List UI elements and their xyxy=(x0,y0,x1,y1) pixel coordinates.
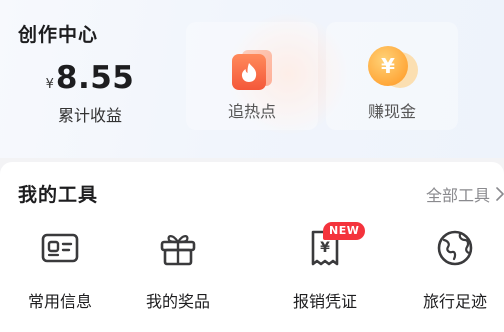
tool-label: 旅行足迹 xyxy=(422,292,487,311)
earnings-value: 8.55 xyxy=(55,60,135,96)
tool-label: 报销凭证 xyxy=(292,292,357,311)
gift-box-icon xyxy=(158,228,198,268)
tool-travel-footprint[interactable]: 旅行足迹 xyxy=(395,228,504,320)
svg-text:¥: ¥ xyxy=(320,240,330,256)
flame-card-icon xyxy=(232,50,272,90)
globe-icon xyxy=(435,228,475,268)
earnings-amount: ¥ 8.55 xyxy=(30,60,150,96)
svg-text:¥: ¥ xyxy=(381,54,395,78)
tool-my-prizes[interactable]: 我的奖品 xyxy=(118,228,238,320)
my-tools-title: 我的工具 xyxy=(18,184,99,206)
tool-label: 我的奖品 xyxy=(145,292,210,311)
cumulative-earnings[interactable]: ¥ 8.55 累计收益 xyxy=(30,60,150,126)
tool-common-info[interactable]: 常用信息 xyxy=(0,228,120,320)
tool-reimbursement-voucher[interactable]: ¥ NEW 报销凭证 xyxy=(265,222,385,320)
earn-cash-button[interactable]: ¥ 赚现金 xyxy=(326,22,458,130)
my-tools-card: 我的工具 全部工具 常用信息 我的奖品 ¥ NEW 报销凭证 旅行足迹 xyxy=(0,162,504,332)
new-badge: NEW xyxy=(323,222,366,240)
earn-cash-label: 赚现金 xyxy=(367,102,416,121)
chevron-right-icon xyxy=(496,187,504,201)
earnings-label: 累计收益 xyxy=(57,106,122,125)
tool-label: 常用信息 xyxy=(27,292,92,311)
all-tools-label: 全部工具 xyxy=(425,186,490,205)
creator-center-title: 创作中心 xyxy=(18,24,99,46)
creator-center-card: 创作中心 ¥ 8.55 累计收益 追热点 ¥ 赚现金 xyxy=(0,0,504,158)
id-card-icon xyxy=(40,228,80,268)
currency-symbol: ¥ xyxy=(45,77,54,92)
trending-topics-label: 追热点 xyxy=(227,102,276,121)
all-tools-link[interactable]: 全部工具 xyxy=(426,182,504,206)
trending-topics-button[interactable]: 追热点 xyxy=(186,22,318,130)
yuan-coin-icon: ¥ xyxy=(368,46,418,88)
